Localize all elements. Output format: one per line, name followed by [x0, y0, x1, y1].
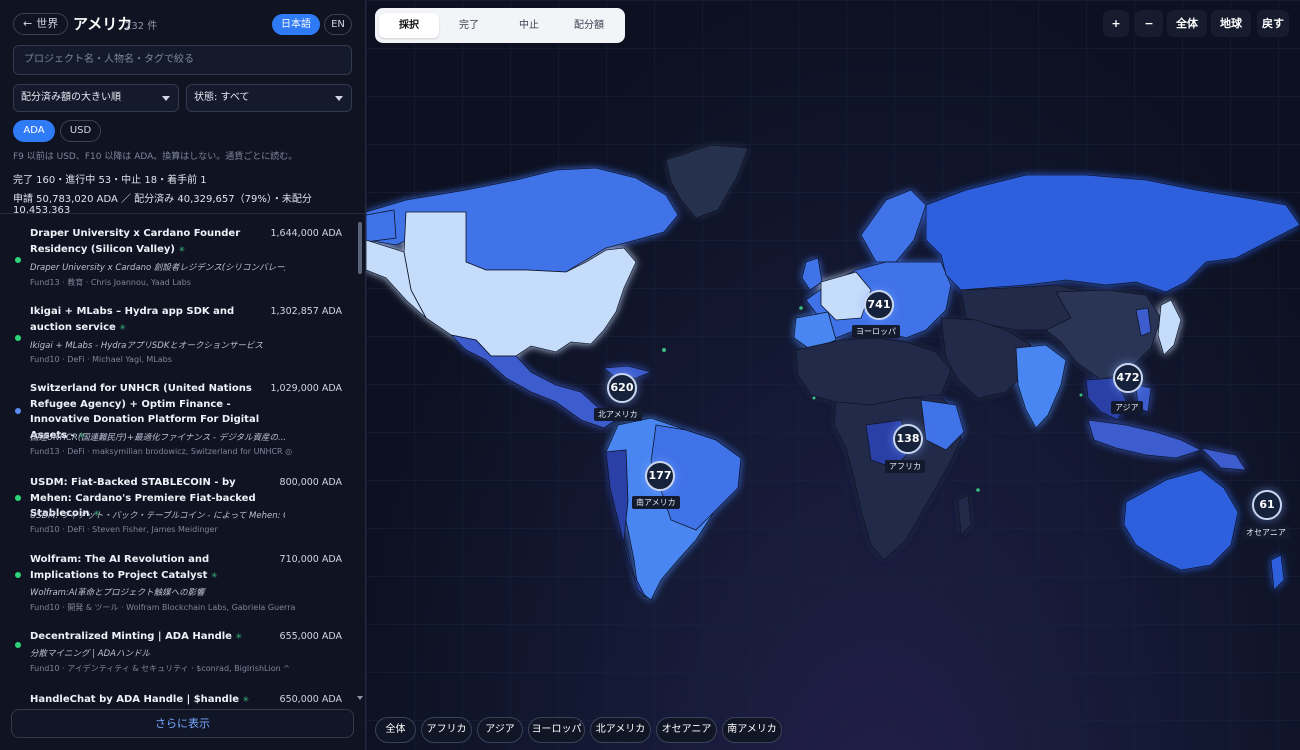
project-subtitle: Ikigai + MLabs - HydraアプリSDKとオークションサービス [30, 341, 263, 351]
region-button-all[interactable]: 全体 [375, 717, 416, 743]
region-button-europe[interactable]: ヨーロッパ [528, 717, 585, 743]
globe-button[interactable]: 地球 [1211, 10, 1251, 37]
project-subtitle: USDM: フィアット・バック・テーブルコイン - によって Mehen: Ca… [30, 511, 285, 521]
project-title: Decentralized Minting | ADA Handle ✳ [30, 631, 243, 642]
tab-allocation[interactable]: 配分額 [559, 13, 619, 38]
project-amount: 1,302,857 ADA [270, 306, 342, 317]
cluster-south-america[interactable]: 177 [645, 461, 675, 491]
region-button-south-america[interactable]: 南アメリカ [722, 717, 782, 743]
status-summary: 完了 160・進行中 53・中止 18・着手前 1 [13, 175, 207, 186]
back-label: 世界 [36, 17, 59, 30]
show-more-button[interactable]: さらに表示 [11, 709, 354, 738]
project-subtitle: 国連UNHCR(国連難民庁)+最適化ファイナンス - デジタル資産の... [30, 433, 285, 443]
project-amount: 1,029,000 ADA [270, 383, 342, 394]
project-meta: Fund10 · DeFi · Steven Fisher, James Mei… [30, 525, 218, 534]
project-title: HandleChat by ADA Handle | $handle ✳ [30, 694, 250, 705]
project-amount: 655,000 ADA [279, 631, 342, 642]
project-meta: Fund13 · DeFi · maksymilian brodowicz, S… [30, 447, 293, 456]
sidebar-header: ← 世界 アメリカ 232 件 日本語 EN [13, 12, 352, 38]
region-button-oceania[interactable]: オセアニア [656, 717, 717, 743]
page-title: アメリカ [73, 15, 133, 33]
arrow-left-icon: ← [23, 17, 33, 30]
project-title: Wolfram: The AI Revolution and Implicati… [30, 554, 218, 581]
lang-ja-button[interactable]: 日本語 [272, 14, 320, 35]
project-amount: 650,000 ADA [279, 694, 342, 705]
cluster-oceania[interactable]: 61 [1252, 490, 1282, 520]
tag-icon: ✳ [210, 570, 218, 580]
cluster-label-north-america: 北アメリカ [594, 408, 642, 421]
cluster-label-africa: アフリカ [885, 460, 925, 473]
project-amount: 1,644,000 ADA [270, 228, 342, 239]
region-button-asia[interactable]: アジア [477, 717, 523, 743]
tag-icon: ✳ [235, 632, 243, 641]
sort-select-value: 配分済み額の大きい順 [21, 92, 121, 103]
project-meta: Fund13 · 教育 · Chris Joannou, Yaad Labs [30, 278, 191, 287]
list-item[interactable]: HandleChat by ADA Handle | $handle ✳ 650… [0, 692, 356, 707]
zoom-in-button[interactable]: + [1103, 10, 1129, 37]
cluster-asia[interactable]: 472 [1113, 363, 1143, 393]
status-dot [15, 257, 21, 263]
cluster-africa[interactable]: 138 [893, 424, 923, 454]
list-item[interactable]: USDM: Fiat-Backed STABLECOIN - by Mehen:… [0, 475, 356, 547]
project-title: Ikigai + MLabs – Hydra app SDK and aucti… [30, 306, 235, 333]
project-meta: Fund10 · DeFi · Michael Yagi, MLabs [30, 355, 172, 364]
sidebar: ← 世界 アメリカ 232 件 日本語 EN プロジェクト名・人物名・タグで絞る… [0, 0, 366, 750]
result-count: 232 件 [125, 21, 158, 32]
cluster-label-asia: アジア [1111, 401, 1143, 414]
tag-icon: ✳ [178, 244, 186, 254]
project-subtitle: Draper University x Cardano 創設者レジデンス(シリコ… [30, 263, 285, 273]
status-dot [15, 572, 21, 578]
cluster-label-oceania: オセアニア [1242, 526, 1290, 539]
scrollbar-thumb[interactable] [358, 222, 362, 274]
cluster-north-america[interactable]: 620 [607, 373, 637, 403]
landmass-alaska [366, 209, 397, 243]
tab-completed[interactable]: 完了 [439, 13, 499, 38]
status-dot [15, 642, 21, 648]
tab-cancelled[interactable]: 中止 [499, 13, 559, 38]
tab-adopted[interactable]: 採択 [379, 13, 439, 38]
list-item[interactable]: Draper University x Cardano Founder Resi… [0, 226, 356, 298]
currency-usd-button[interactable]: USD [60, 120, 101, 142]
status-select-value: 状態: すべて [194, 92, 250, 103]
tag-icon: ✳ [242, 695, 250, 704]
list-item[interactable]: Switzerland for UNHCR (United Nations Re… [0, 381, 356, 469]
region-button-africa[interactable]: アフリカ [421, 717, 472, 743]
status-dot [15, 335, 21, 341]
chevron-down-icon [335, 96, 343, 101]
status-select[interactable]: 状態: すべて [186, 84, 352, 112]
sort-select[interactable]: 配分済み額の大きい順 [13, 84, 179, 112]
status-dot [15, 495, 21, 501]
project-list: Draper University x Cardano Founder Resi… [0, 214, 365, 707]
cluster-europe[interactable]: 741 [864, 290, 894, 320]
project-title: Draper University x Cardano Founder Resi… [30, 228, 241, 255]
project-meta: Fund10 · アイデンティティ & セキュリティ · $conrad, Bi… [30, 664, 290, 673]
tag-icon: ✳ [119, 322, 126, 332]
currency-note: F9 以前は USD、F10 以降は ADA。換算はしない。通貨ごとに読む。 [13, 152, 298, 162]
zoom-out-button[interactable]: − [1135, 10, 1163, 37]
status-tabs: 採択 完了 中止 配分額 [375, 8, 625, 43]
cluster-label-europe: ヨーロッパ [852, 325, 900, 338]
search-input[interactable]: プロジェクト名・人物名・タグで絞る [13, 45, 352, 75]
region-button-north-america[interactable]: 北アメリカ [590, 717, 651, 743]
reset-button[interactable]: 戻す [1257, 10, 1289, 37]
project-subtitle: Wolfram:AI革命とプロジェクト触媒への影響 [30, 588, 205, 598]
status-dot [15, 408, 21, 414]
list-item[interactable]: Ikigai + MLabs – Hydra app SDK and aucti… [0, 304, 356, 376]
project-amount: 710,000 ADA [279, 554, 342, 565]
back-to-world-button[interactable]: ← 世界 [13, 13, 69, 35]
scroll-down-icon[interactable] [357, 696, 363, 700]
project-subtitle: 分散マイニング | ADAハンドル [30, 649, 150, 659]
map-canvas[interactable] [366, 0, 1300, 750]
chevron-down-icon [162, 96, 170, 101]
view-all-button[interactable]: 全体 [1167, 10, 1207, 37]
project-amount: 800,000 ADA [279, 477, 342, 488]
currency-ada-button[interactable]: ADA [13, 120, 55, 142]
list-item[interactable]: Decentralized Minting | ADA Handle ✳ 655… [0, 629, 356, 689]
lang-en-button[interactable]: EN [324, 14, 352, 35]
cluster-label-south-america: 南アメリカ [632, 496, 680, 509]
project-meta: Fund10 · 開発 & ツール · Wolfram Blockchain L… [30, 603, 296, 612]
list-item[interactable]: Wolfram: The AI Revolution and Implicati… [0, 552, 356, 624]
world-map[interactable]: 採択 完了 中止 配分額 + − 全体 地球 戻す 741 ヨーロッパ 620 … [366, 0, 1300, 750]
